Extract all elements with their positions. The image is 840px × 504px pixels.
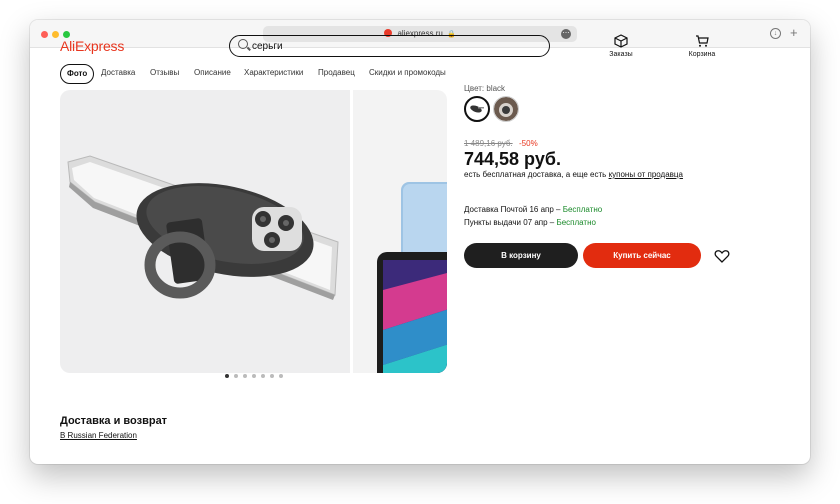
tab-specifications[interactable]: Характеристики <box>244 64 303 84</box>
free-delivery-text: есть бесплатная доставка, а еще есть <box>464 170 609 179</box>
tab-description[interactable]: Описание <box>194 64 231 84</box>
discount-badge: -50% <box>519 139 538 148</box>
aliexpress-logo[interactable]: AliExpress <box>60 38 124 54</box>
buy-now-button[interactable]: Купить сейчас <box>583 243 701 268</box>
product-photo-second[interactable] <box>353 90 447 373</box>
delivery-return-title: Доставка и возврат <box>60 415 168 427</box>
old-price: 1 489,16 руб. <box>464 139 513 148</box>
shipping-pickup-text: Пункты выдачи 07 апр – <box>464 218 557 227</box>
gallery-dot[interactable] <box>225 374 229 378</box>
favorite-heart-icon[interactable] <box>714 248 730 264</box>
gallery-dot[interactable] <box>243 374 247 378</box>
new-tab-icon[interactable]: + <box>790 25 798 41</box>
tab-discounts[interactable]: Скидки и промокоды <box>369 64 446 84</box>
tab-delivery[interactable]: Доставка <box>101 64 135 84</box>
shipping-post-free: Бесплатно <box>562 205 603 214</box>
shipping-pickup-free: Бесплатно <box>556 218 596 227</box>
package-icon <box>614 34 628 48</box>
cart-button[interactable]: Корзина <box>677 34 727 58</box>
minimize-window-button[interactable] <box>52 31 59 38</box>
tab-seller[interactable]: Продавец <box>318 64 355 84</box>
seller-coupons-link[interactable]: купоны от продавца <box>609 170 683 179</box>
more-options-icon[interactable]: ⋯ <box>561 29 571 39</box>
gallery-dot[interactable] <box>252 374 256 378</box>
gallery-dot[interactable] <box>261 374 265 378</box>
gallery-dot[interactable] <box>234 374 238 378</box>
current-price: 744,58 руб. <box>464 149 561 169</box>
cart-icon <box>696 35 709 47</box>
color-label: Цвет: black <box>464 84 506 93</box>
close-window-button[interactable] <box>41 31 48 38</box>
color-swatch-black[interactable] <box>464 96 490 122</box>
color-swatch-alt[interactable] <box>493 96 519 122</box>
search-box[interactable] <box>229 35 550 57</box>
shipping-option-pickup: Пункты выдачи 07 апр – Бесплатно <box>464 218 596 227</box>
gallery-dot[interactable] <box>270 374 274 378</box>
orders-button[interactable]: Заказы <box>596 34 646 58</box>
shipping-option-post: Доставка Почтой 16 апр – Бесплатно <box>464 205 602 214</box>
product-gallery[interactable] <box>60 90 447 373</box>
add-to-cart-button[interactable]: В корзину <box>464 243 578 268</box>
product-photo-main[interactable] <box>60 90 350 373</box>
search-icon[interactable] <box>238 39 248 49</box>
free-delivery-note: есть бесплатная доставка, а еще есть куп… <box>464 170 683 179</box>
tab-photo[interactable]: Фото <box>60 64 95 84</box>
zoom-window-button[interactable] <box>63 31 70 38</box>
cart-label: Корзина <box>688 51 716 58</box>
shipping-post-text: Доставка Почтой 16 апр – <box>464 205 563 214</box>
tab-reviews[interactable]: Отзывы <box>150 64 179 84</box>
download-icon[interactable]: ↓ <box>770 28 781 39</box>
search-input[interactable] <box>252 38 532 54</box>
delivery-region-link[interactable]: В Russian Federation <box>60 431 137 440</box>
orders-label: Заказы <box>609 51 633 58</box>
gallery-dot[interactable] <box>279 374 283 378</box>
